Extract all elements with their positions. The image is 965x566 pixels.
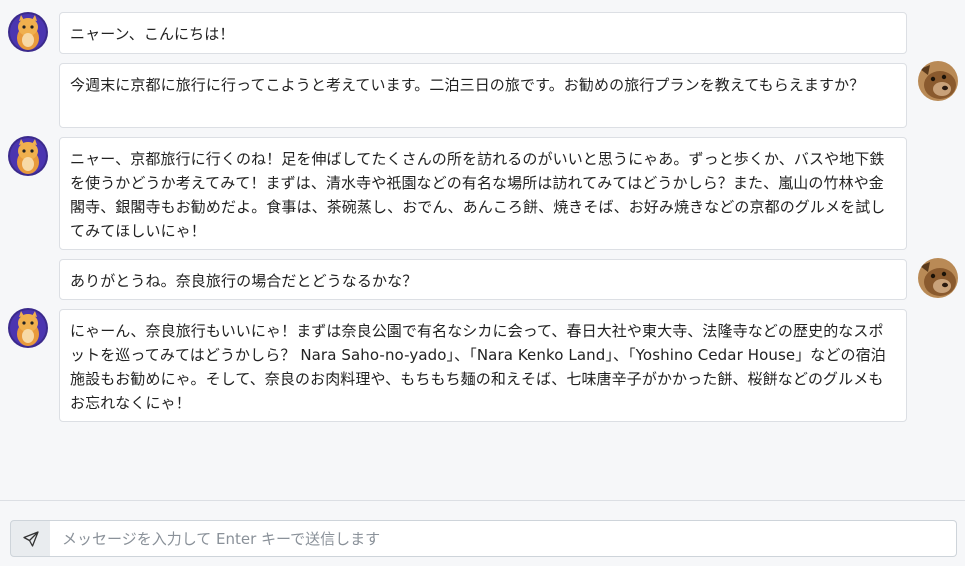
send-icon bbox=[22, 530, 39, 547]
message-bubble-bot: ニャーン、こんにちは！ bbox=[59, 12, 907, 54]
cat-mascot-icon bbox=[8, 308, 48, 348]
message-bubble-user: ありがとうね。奈良旅行の場合だとどうなるかな？ bbox=[59, 259, 907, 300]
message-bubble-bot: にゃーん、奈良旅行もいいにゃ！まずは奈良公園で有名なシカに会って、春日大社や東大… bbox=[59, 309, 907, 422]
bot-avatar bbox=[8, 12, 48, 52]
chat-log: ニャーン、こんにちは！ 今週末に京都に旅行に行ってこようと考えています。二泊三日… bbox=[0, 0, 965, 500]
bot-avatar bbox=[8, 308, 48, 348]
dog-photo-icon bbox=[918, 61, 958, 101]
dog-photo-icon bbox=[918, 258, 958, 298]
message-bubble-bot: ニャー、京都旅行に行くのね！足を伸ばしてたくさんの所を訪れるのがいいと思うにゃあ… bbox=[59, 137, 907, 250]
message-composer bbox=[0, 500, 965, 566]
bot-avatar bbox=[8, 136, 48, 176]
user-avatar bbox=[918, 258, 958, 298]
cat-mascot-icon bbox=[8, 136, 48, 176]
cat-mascot-icon bbox=[8, 12, 48, 52]
message-bubble-user: 今週末に京都に旅行に行ってこようと考えています。二泊三日の旅です。お勧めの旅行プ… bbox=[59, 63, 907, 128]
message-input[interactable] bbox=[50, 520, 957, 557]
user-avatar bbox=[918, 61, 958, 101]
send-button[interactable] bbox=[10, 520, 51, 557]
